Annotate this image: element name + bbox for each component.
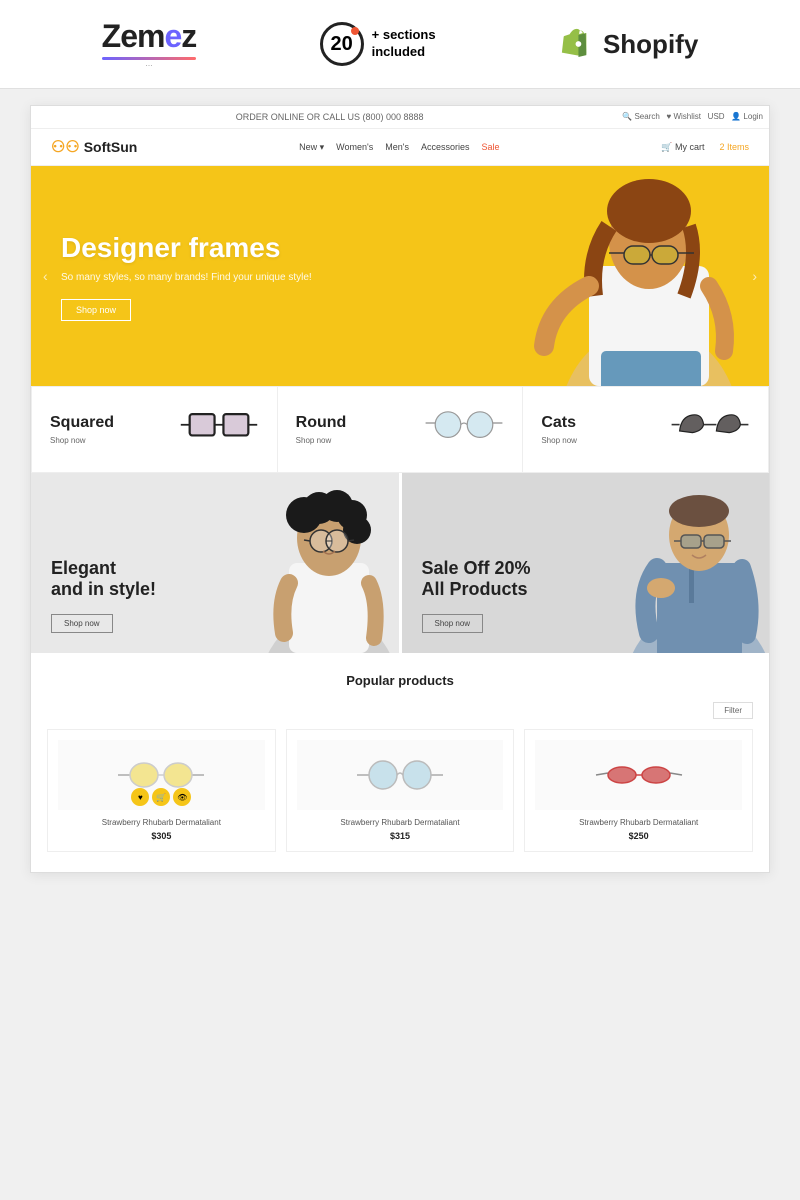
product-wishlist-btn[interactable]: ♥ [131, 788, 149, 806]
sections-number: 20 [331, 33, 353, 56]
site-container: ORDER ONLINE OR CALL US (800) 000 8888 🔍… [30, 105, 770, 873]
menu-item-mens[interactable]: Men's [385, 142, 409, 153]
product-glasses-svg-2 [355, 748, 445, 803]
hero-arrow-right[interactable]: › [744, 260, 765, 292]
category-item-squared: Squared Shop now [32, 387, 278, 472]
sections-line1: sections [383, 27, 436, 42]
category-info-squared: Squared Shop now [50, 414, 114, 445]
category-item-round: Round Shop now [278, 387, 524, 472]
hero-arrow-left[interactable]: ‹ [35, 260, 56, 292]
category-link-cats[interactable]: Shop now [541, 436, 577, 445]
popular-section: Popular products Filter ♥ [31, 653, 769, 872]
product-view-btn[interactable]: 👁 [173, 788, 191, 806]
shopify-icon [559, 26, 595, 62]
round-glasses-image [424, 407, 504, 452]
filter-button[interactable]: Filter [713, 702, 753, 719]
zemes-accent: e [164, 18, 181, 54]
promo-cta-elegant[interactable]: Shop now [51, 614, 113, 633]
logo-text: SoftSun [84, 139, 138, 155]
promo-title-elegant: Elegantand in style! [51, 558, 156, 601]
product-price-2: $315 [297, 831, 504, 841]
topbar-text: ORDER ONLINE OR CALL US (800) 000 8888 [236, 112, 424, 122]
site-nav: ⚇⚇ SoftSun New ▾ Women's Men's Accessori… [31, 129, 769, 166]
popular-title: Popular products [47, 673, 753, 688]
product-name-3: Strawberry Rhubarb Dermataliant [535, 818, 742, 827]
hero-title: Designer frames [61, 231, 407, 265]
squared-glasses-svg [179, 407, 259, 447]
product-image-1: ♥ 🛒 👁 [58, 740, 265, 810]
promo-content-elegant: Elegantand in style! Shop now [31, 538, 176, 653]
brand-bar: Zemez ⋯ 20 + sections included Shopify [0, 0, 800, 89]
category-link-round[interactable]: Shop now [296, 436, 347, 445]
hero-model-svg [489, 166, 769, 386]
menu-item-accessories[interactable]: Accessories [421, 142, 470, 153]
sections-badge: 20 + sections included [320, 22, 436, 66]
category-item-cats: Cats Shop now [523, 387, 768, 472]
product-image-3 [535, 740, 742, 810]
promo-cta-sale[interactable]: Shop now [422, 614, 484, 633]
category-title-squared: Squared [50, 414, 114, 432]
category-info-cats: Cats Shop now [541, 414, 577, 445]
product-cart-btn[interactable]: 🛒 [152, 788, 170, 806]
zemes-dots: ⋯ [102, 62, 197, 70]
sections-circle: 20 [320, 22, 364, 66]
sections-line2: included [372, 44, 425, 59]
products-grid: ♥ 🛒 👁 Strawberry Rhubarb Dermataliant $3… [47, 729, 753, 852]
category-title-round: Round [296, 414, 347, 432]
hero-banner: ‹ Designer frames So many styles, so man… [31, 166, 769, 386]
product-name-2: Strawberry Rhubarb Dermataliant [297, 818, 504, 827]
hero-model-figure [429, 166, 769, 386]
site-logo: ⚇⚇ SoftSun [51, 137, 137, 157]
promo-section: Elegantand in style! Shop now [31, 473, 769, 653]
product-price-1: $305 [58, 831, 265, 841]
zemes-text: Zemez [102, 18, 197, 55]
promo-item-elegant: Elegantand in style! Shop now [31, 473, 402, 653]
site-cart[interactable]: 🛒 My cart 2 Items [661, 142, 749, 153]
sections-dot [351, 27, 359, 35]
sections-plus: + [372, 27, 380, 42]
product-card-2: Strawberry Rhubarb Dermataliant $315 [286, 729, 515, 852]
topbar-actions: 🔍 Search ♥ Wishlist USD 👤 Login [622, 112, 763, 121]
product-glasses-svg-3 [594, 748, 684, 803]
zemes-logo: Zemez ⋯ [102, 18, 197, 70]
hero-cta-button[interactable]: Shop now [61, 299, 131, 321]
category-link-squared[interactable]: Shop now [50, 436, 114, 445]
menu-item-sale[interactable]: Sale [481, 142, 499, 153]
menu-item-womens[interactable]: Women's [336, 142, 373, 153]
product-image-2 [297, 740, 504, 810]
promo-model-elegant [239, 473, 399, 653]
product-card-1: ♥ 🛒 👁 Strawberry Rhubarb Dermataliant $3… [47, 729, 276, 852]
site-topbar: ORDER ONLINE OR CALL US (800) 000 8888 🔍… [31, 106, 769, 129]
shopify-logo: Shopify [559, 26, 698, 62]
zemes-underline [102, 57, 197, 60]
promo-title-sale: Sale Off 20%All Products [422, 558, 531, 601]
product-price-3: $250 [535, 831, 742, 841]
cat-glasses-svg [670, 407, 750, 443]
filter-bar: Filter [47, 702, 753, 719]
product-name-1: Strawberry Rhubarb Dermataliant [58, 818, 265, 827]
shopify-text: Shopify [603, 29, 698, 60]
sections-text: + sections included [372, 27, 436, 61]
hero-subtitle: So many styles, so many brands! Find you… [61, 272, 407, 283]
hero-content: Designer frames So many styles, so many … [31, 201, 437, 352]
category-section: Squared Shop now Round [31, 386, 769, 473]
cat-glasses-image [670, 407, 750, 452]
category-title-cats: Cats [541, 414, 577, 432]
logo-glasses-icon: ⚇⚇ [51, 137, 80, 157]
promo-item-sale: Sale Off 20%All Products Shop now [402, 473, 770, 653]
round-glasses-svg [424, 407, 504, 443]
menu-item-new[interactable]: New ▾ [299, 142, 324, 153]
squared-glasses-image [179, 407, 259, 452]
site-menu: New ▾ Women's Men's Accessories Sale [299, 142, 499, 153]
promo-content-sale: Sale Off 20%All Products Shop now [402, 538, 551, 653]
product-actions-1: ♥ 🛒 👁 [131, 788, 191, 806]
promo-model-sale [609, 473, 769, 653]
product-card-3: Strawberry Rhubarb Dermataliant $250 [524, 729, 753, 852]
category-info-round: Round Shop now [296, 414, 347, 445]
